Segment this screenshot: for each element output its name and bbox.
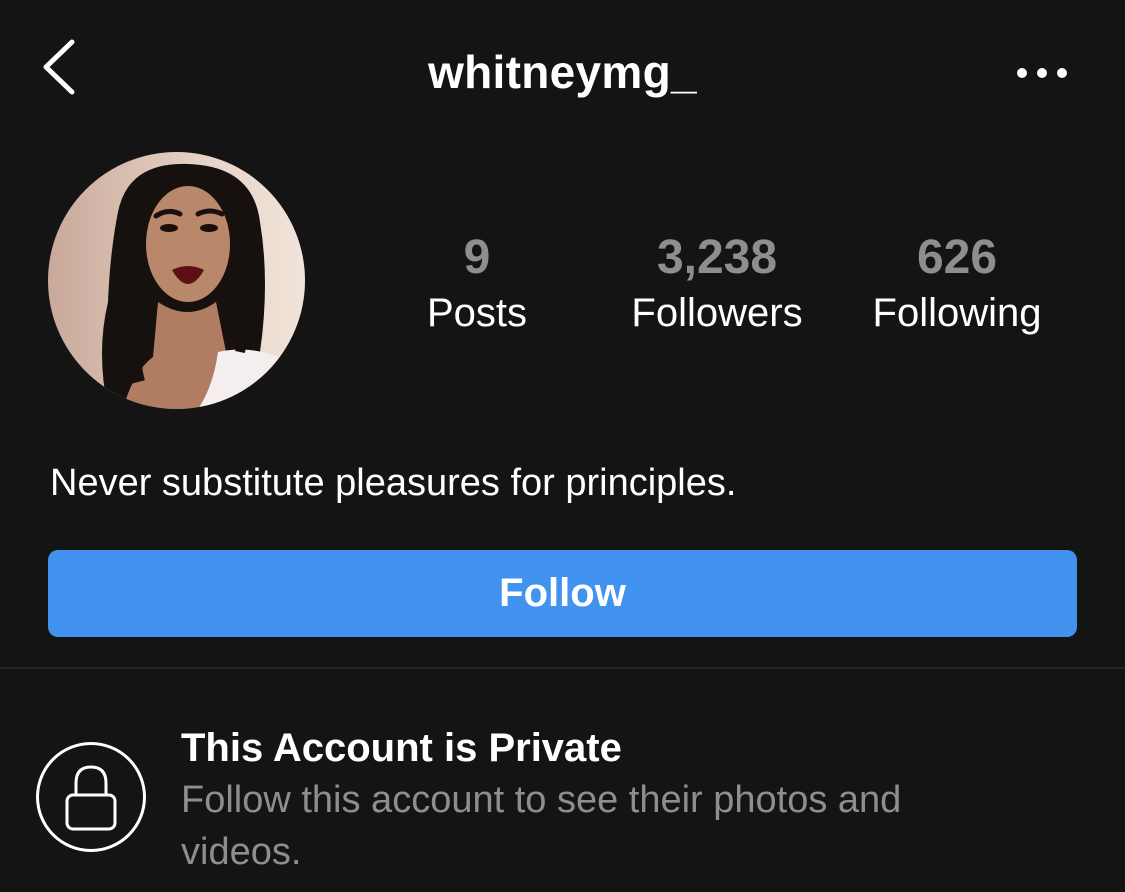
followers-count: 3,238 [656, 231, 778, 284]
stat-posts: 9 Posts [362, 228, 592, 338]
stat-following[interactable]: 626 Following [842, 228, 1072, 338]
following-count: 626 [916, 231, 998, 284]
profile-bio: Never substitute pleasures for principle… [50, 462, 737, 504]
profile-header: whitneymg_ [0, 0, 1125, 140]
stat-followers[interactable]: 3,238 Followers [602, 228, 832, 338]
more-horizontal-icon [1017, 68, 1067, 78]
divider [0, 667, 1125, 669]
profile-username: whitneymg_ [428, 46, 697, 98]
lock-icon [65, 765, 117, 831]
posts-label: Posts [426, 291, 528, 335]
followers-label: Followers [631, 291, 803, 335]
more-options-button[interactable] [1010, 56, 1076, 90]
private-account-title: This Account is Private [181, 726, 622, 770]
private-account-description: Follow this account to see their photos … [181, 779, 902, 873]
follow-button[interactable]: Follow [48, 550, 1077, 637]
posts-count: 9 [463, 231, 491, 284]
profile-photo [48, 152, 305, 409]
following-label: Following [872, 291, 1042, 335]
lock-icon-circle [36, 742, 146, 852]
avatar[interactable] [48, 152, 305, 409]
